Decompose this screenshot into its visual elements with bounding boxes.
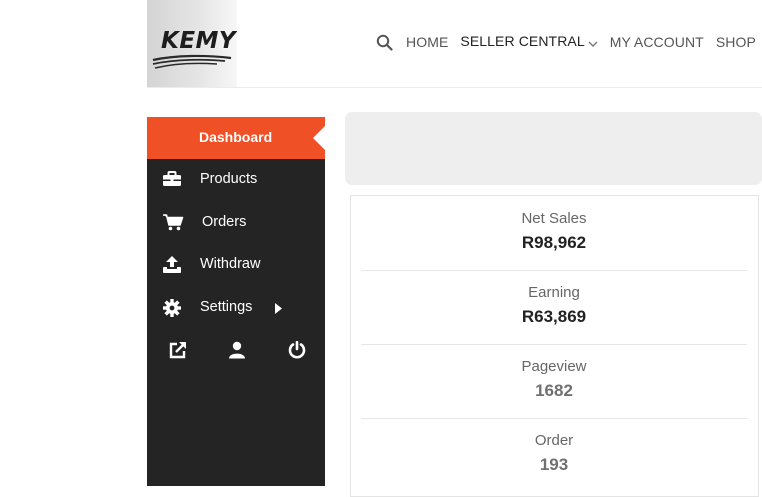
announcement-banner [345, 112, 762, 185]
header-divider [147, 87, 762, 88]
stat-net-sales: Net Sales R98,962 [361, 196, 747, 271]
stat-title: Pageview [521, 358, 587, 375]
sidebar-item-withdraw[interactable]: Withdraw [147, 250, 325, 280]
cart-icon [163, 214, 184, 232]
main-navigation: HOME SELLER CENTRAL MY ACCOUNT SHOP VE [376, 33, 762, 51]
sidebar-item-settings[interactable]: Settings [147, 293, 325, 323]
sidebar-item-orders[interactable]: Orders [147, 208, 325, 238]
stat-value: 1682 [535, 381, 573, 400]
search-icon[interactable] [376, 34, 393, 51]
stat-value: R98,962 [521, 233, 587, 252]
stat-title: Net Sales [521, 210, 587, 227]
user-icon[interactable] [228, 341, 248, 361]
stat-title: Order [534, 432, 574, 449]
sidebar-item-label: Products [200, 171, 258, 187]
sidebar-item-label: Orders [202, 214, 247, 230]
nav-seller-central-label: SELLER CENTRAL [460, 33, 585, 50]
stat-value: 193 [539, 455, 569, 474]
briefcase-icon [163, 171, 183, 189]
stats-panel: Net Sales R98,962 Earning R63,869 Pagevi… [350, 195, 759, 497]
sidebar-item-label: Withdraw [200, 256, 261, 272]
caret-right-icon [275, 302, 282, 318]
sidebar-item-dashboard-label: Dashboard [199, 129, 273, 145]
dashboard-sidebar: Dashboard Products Orders Withdraw Setti… [147, 117, 325, 486]
external-link-icon[interactable] [169, 341, 189, 361]
chevron-down-icon [588, 35, 598, 51]
stat-pageview: Pageview 1682 [361, 344, 747, 419]
power-icon[interactable] [288, 340, 308, 361]
stat-value: R63,869 [521, 307, 587, 326]
sidebar-item-products[interactable]: Products [147, 165, 325, 195]
nav-my-account[interactable]: MY ACCOUNT [610, 34, 704, 50]
site-logo[interactable]: KEMY [147, 0, 237, 87]
logo-swoosh-graphic [152, 54, 232, 69]
sidebar-item-label: Settings [200, 299, 253, 315]
stat-title: Earning [528, 284, 580, 301]
nav-home[interactable]: HOME [406, 34, 448, 50]
nav-shop[interactable]: SHOP [716, 34, 756, 50]
logo-text: KEMY [161, 28, 237, 54]
gear-icon [163, 299, 183, 317]
active-indicator [313, 126, 325, 150]
upload-icon [163, 256, 183, 274]
stat-order: Order 193 [361, 418, 747, 492]
stat-earning: Earning R63,869 [361, 270, 747, 345]
nav-seller-central[interactable]: SELLER CENTRAL [460, 33, 598, 51]
sidebar-item-dashboard[interactable]: Dashboard [147, 117, 325, 159]
